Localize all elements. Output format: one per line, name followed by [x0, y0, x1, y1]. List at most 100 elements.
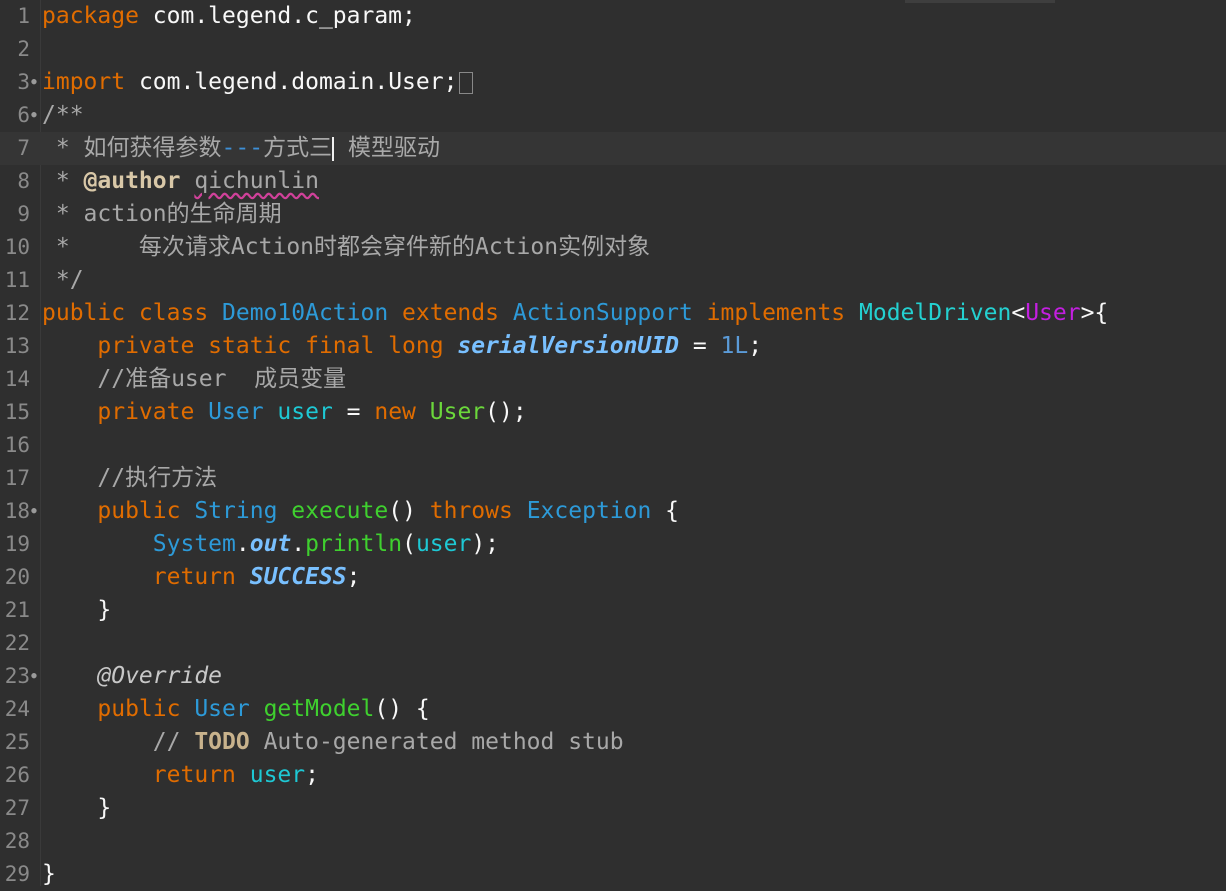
code-token: 模型驱动 [334, 135, 440, 161]
code-token: ActionSupport [512, 300, 693, 326]
code-token: 方式三 [263, 135, 333, 161]
code-line[interactable]: 25 // TODO Auto-generated method stub [0, 726, 1226, 759]
code-token: * 每次请求Action时都会穿件新的Action实例对象 [42, 234, 651, 260]
code-line[interactable]: 22 [0, 627, 1226, 660]
code-line[interactable]: 26 return user; [0, 759, 1226, 792]
code-line[interactable]: 21 } [0, 594, 1226, 627]
code-line[interactable]: 6 ● /** [0, 99, 1226, 132]
code-text: /** [42, 99, 84, 132]
code-token: () { [374, 696, 430, 722]
code-token: user [249, 762, 306, 788]
code-token: 1L [720, 333, 749, 359]
code-token: ; [748, 333, 763, 359]
code-token: * action的生命周期 [42, 201, 282, 227]
code-line[interactable]: 13 private static final long serialVersi… [0, 330, 1226, 363]
code-token: //准备user 成员变量 [42, 366, 347, 392]
code-line[interactable]: 1 package com.legend.c_param; [0, 0, 1226, 33]
code-line[interactable]: 14 //准备user 成员变量 [0, 363, 1226, 396]
code-editor[interactable]: 1 package com.legend.c_param; 2 3 ● import co… [0, 0, 1226, 887]
code-line[interactable]: 8 * @author qichunlin [0, 165, 1226, 198]
code-line[interactable]: 10 * 每次请求Action时都会穿件新的Action实例对象 [0, 231, 1226, 264]
code-line[interactable]: 16 [0, 429, 1226, 462]
code-text: public String execute() throws Exception… [42, 495, 679, 528]
code-token: Auto-generated method stub [249, 729, 624, 755]
code-token: serialVersionUID [457, 333, 679, 359]
code-token: implements [692, 300, 859, 326]
line-number: 12 [4, 301, 30, 325]
line-number: 1 [17, 4, 30, 28]
code-token: // [42, 729, 195, 755]
code-line[interactable]: 20 return SUCCESS; [0, 561, 1226, 594]
code-token: = [678, 333, 721, 359]
code-token: out [249, 531, 292, 557]
code-line[interactable]: 17 //执行方法 [0, 462, 1226, 495]
code-token: } [42, 795, 112, 821]
code-token: public [42, 696, 195, 722]
code-token: package [42, 3, 139, 29]
code-line[interactable]: 3 ● import com.legend.domain.User; [0, 66, 1226, 99]
code-line[interactable]: 9 * action的生命周期 [0, 198, 1226, 231]
fold-toggle-icon[interactable]: ● [30, 111, 38, 120]
code-token: . [291, 531, 306, 557]
code-line[interactable]: 27 } [0, 792, 1226, 825]
code-token: /** [42, 102, 84, 128]
code-token: */ [42, 267, 84, 293]
code-token: TODO [194, 729, 250, 755]
code-text: } [42, 792, 111, 825]
code-token: () [388, 498, 430, 524]
line-number: 10 [4, 235, 30, 259]
code-line[interactable]: 11 */ [0, 264, 1226, 297]
code-text: @Override [42, 660, 222, 693]
fold-toggle-icon[interactable]: ● [30, 507, 38, 516]
code-token: @author [83, 168, 181, 194]
code-token: Demo10Action [222, 300, 389, 326]
code-token: com.legend.domain.User; [125, 69, 458, 95]
code-text: //准备user 成员变量 [42, 363, 346, 396]
code-token: * 如何获得参数 [42, 135, 222, 161]
line-number: 28 [4, 829, 30, 853]
line-number: 3 [17, 70, 30, 94]
code-line[interactable]: 12 public class Demo10Action extends Acti… [0, 297, 1226, 330]
line-number: 15 [4, 400, 30, 424]
code-line[interactable]: 15 private User user = new User(); [0, 396, 1226, 429]
code-line[interactable]: 24 public User getModel() { [0, 693, 1226, 726]
code-token: SUCCESS [249, 564, 347, 590]
code-line[interactable]: 7 * 如何获得参数---方式三 模型驱动 [0, 132, 1226, 165]
code-token: throws [429, 498, 527, 524]
code-token: //执行方法 [42, 465, 218, 491]
line-number: 17 [4, 466, 30, 490]
code-line[interactable]: 2 [0, 33, 1226, 66]
fold-toggle-icon[interactable]: ● [30, 672, 38, 681]
line-number: 8 [17, 169, 30, 193]
code-line[interactable]: 19 System.out.println(user); [0, 528, 1226, 561]
code-token: ); [471, 531, 500, 557]
code-line[interactable]: 18 ● public String execute() throws Excep… [0, 495, 1226, 528]
code-token: Exception [526, 498, 652, 524]
line-number: 23 [4, 664, 30, 688]
code-token: execute [291, 498, 389, 524]
code-token: @Override [42, 663, 223, 689]
line-number: 24 [4, 697, 30, 721]
code-line[interactable]: 23 ● @Override [0, 660, 1226, 693]
code-token: import [42, 69, 126, 95]
code-text: public User getModel() { [42, 693, 430, 726]
folded-block-marker[interactable] [459, 71, 474, 94]
line-number: 22 [4, 631, 30, 655]
line-number: 13 [4, 334, 30, 358]
code-text: System.out.println(user); [42, 528, 499, 561]
line-number: 16 [4, 433, 30, 457]
code-text: return SUCCESS; [42, 561, 361, 594]
line-number: 21 [4, 598, 30, 622]
code-token: return [42, 762, 250, 788]
code-token: String [194, 498, 278, 524]
code-text: // TODO Auto-generated method stub [42, 726, 624, 759]
line-number: 19 [4, 532, 30, 556]
line-number: 18 [4, 499, 30, 523]
code-text: import com.legend.domain.User; [42, 66, 474, 99]
code-token: println [305, 531, 403, 557]
code-line[interactable]: 29} [0, 858, 1226, 891]
fold-toggle-icon[interactable]: ● [30, 78, 38, 87]
code-line[interactable]: 28 [0, 825, 1226, 858]
